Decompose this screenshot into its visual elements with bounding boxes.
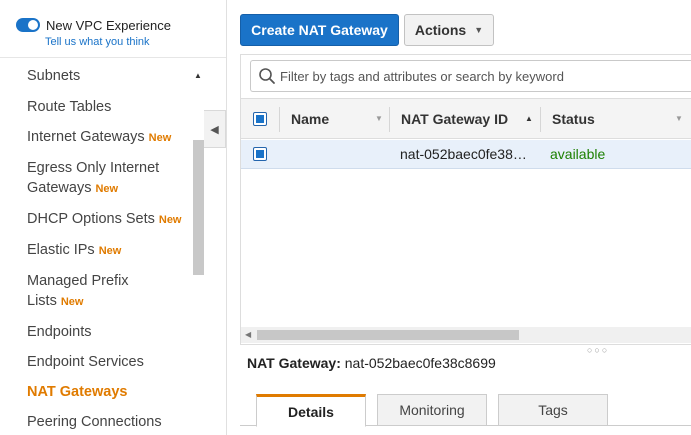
new-badge: New: [148, 132, 172, 144]
sidebar: New VPC Experience Tell us what you thin…: [0, 0, 227, 435]
sidebar-item-elastic-ips[interactable]: Elastic IPs New: [27, 240, 197, 261]
sidebar-item-subnets[interactable]: Subnets: [27, 66, 197, 86]
new-vpc-experience-toggle-row[interactable]: New VPC Experience: [16, 14, 171, 36]
sidebar-item-managed-prefix-lists[interactable]: Managed Prefix Lists New: [27, 271, 197, 312]
sidebar-nav: Subnets Route Tables Internet Gateways Ne…: [0, 57, 204, 435]
search-input[interactable]: Filter by tags and attributes or search …: [250, 60, 691, 92]
cell-status: available: [550, 146, 606, 162]
sidebar-item-egress-only-internet-gateways[interactable]: Egress Only Internet Gateways New: [27, 158, 197, 199]
chevron-down-icon: ▼: [474, 25, 484, 35]
chevron-left-icon: ◀: [210, 123, 219, 136]
row-checkbox[interactable]: [253, 147, 267, 161]
sidebar-item-label: Peering Connections: [27, 414, 162, 430]
new-badge: New: [60, 296, 84, 308]
sort-down-icon[interactable]: ▼: [375, 114, 383, 123]
sidebar-item-internet-gateways[interactable]: Internet Gateways New: [27, 127, 197, 148]
sidebar-item-label: Subnets: [27, 68, 81, 84]
actions-label: Actions: [414, 22, 467, 38]
collapse-sidebar-button[interactable]: ◀: [204, 110, 226, 148]
sidebar-item-label: Internet Gateways: [27, 129, 145, 145]
sort-up-icon[interactable]: ▲: [525, 114, 533, 123]
sidebar-item-endpoints[interactable]: Endpoints: [27, 322, 197, 342]
sidebar-item-nat-gateways[interactable]: NAT Gateways: [27, 382, 197, 402]
sidebar-item-label: Managed Prefix: [27, 273, 129, 289]
cell-nat-gateway-id: nat-052baec0fe38…: [400, 146, 527, 162]
tab-label: Details: [288, 403, 334, 420]
horizontal-scrollbar-thumb[interactable]: [257, 330, 519, 340]
select-all-checkbox[interactable]: [253, 112, 267, 126]
new-vpc-experience-toggle[interactable]: [16, 18, 40, 32]
actions-button[interactable]: Actions ▼: [404, 14, 494, 46]
tab-tags[interactable]: Tags: [498, 394, 608, 426]
sidebar-item-endpoint-services[interactable]: Endpoint Services: [27, 352, 197, 372]
column-separator: [389, 107, 390, 132]
search-icon: [259, 68, 275, 84]
table-header: Name ▼ NAT Gateway ID ▲ Status ▼: [241, 98, 691, 139]
tab-label: Tags: [538, 402, 568, 418]
sidebar-item-label-line2: Gateways: [27, 180, 92, 196]
column-header-name[interactable]: Name: [291, 111, 329, 127]
sidebar-item-label: Egress Only Internet: [27, 160, 160, 176]
sidebar-scrollbar-thumb[interactable]: [193, 140, 204, 275]
sidebar-item-label: Endpoint Services: [27, 354, 144, 370]
column-header-nat-gateway-id[interactable]: NAT Gateway ID: [401, 111, 508, 127]
new-vpc-experience-label: New VPC Experience: [46, 17, 171, 33]
sidebar-item-label: Elastic IPs: [27, 242, 95, 258]
sidebar-item-label-line2: Lists: [27, 293, 57, 309]
column-separator: [279, 107, 280, 132]
create-nat-gateway-button[interactable]: Create NAT Gateway: [240, 14, 399, 46]
new-badge: New: [95, 183, 119, 195]
tab-label: Monitoring: [399, 402, 465, 418]
scroll-up-arrow-icon[interactable]: ▲: [192, 66, 204, 86]
sidebar-item-label: Endpoints: [27, 324, 92, 340]
sidebar-item-label: Route Tables: [27, 99, 112, 115]
tab-details[interactable]: Details: [256, 394, 366, 427]
column-header-status[interactable]: Status: [552, 111, 595, 127]
detail-title-label: NAT Gateway:: [247, 355, 341, 371]
search-placeholder: Filter by tags and attributes or search …: [280, 68, 564, 84]
create-nat-gateway-label: Create NAT Gateway: [251, 22, 388, 38]
sidebar-item-label: DHCP Options Sets: [27, 211, 155, 227]
new-badge: New: [98, 245, 122, 257]
resize-grip-icon[interactable]: ○○○: [587, 345, 609, 355]
sort-down-icon[interactable]: ▼: [675, 114, 683, 123]
tab-monitoring[interactable]: Monitoring: [377, 394, 487, 426]
horizontal-scrollbar[interactable]: ◀: [241, 327, 691, 343]
detail-title-value: nat-052baec0fe38c8699: [344, 355, 496, 371]
sidebar-item-route-tables[interactable]: Route Tables: [27, 97, 197, 117]
detail-title: NAT Gateway: nat-052baec0fe38c8699: [247, 355, 496, 371]
new-badge: New: [158, 214, 182, 226]
sidebar-item-dhcp-options-sets[interactable]: DHCP Options Sets New: [27, 209, 197, 230]
table-row[interactable]: nat-052baec0fe38… available: [241, 140, 691, 169]
sidebar-item-peering-connections[interactable]: Peering Connections: [27, 412, 197, 432]
feedback-link[interactable]: Tell us what you think: [45, 36, 150, 48]
scroll-left-arrow-icon[interactable]: ◀: [245, 330, 251, 339]
sidebar-item-label: NAT Gateways: [27, 384, 128, 400]
column-separator: [540, 107, 541, 132]
